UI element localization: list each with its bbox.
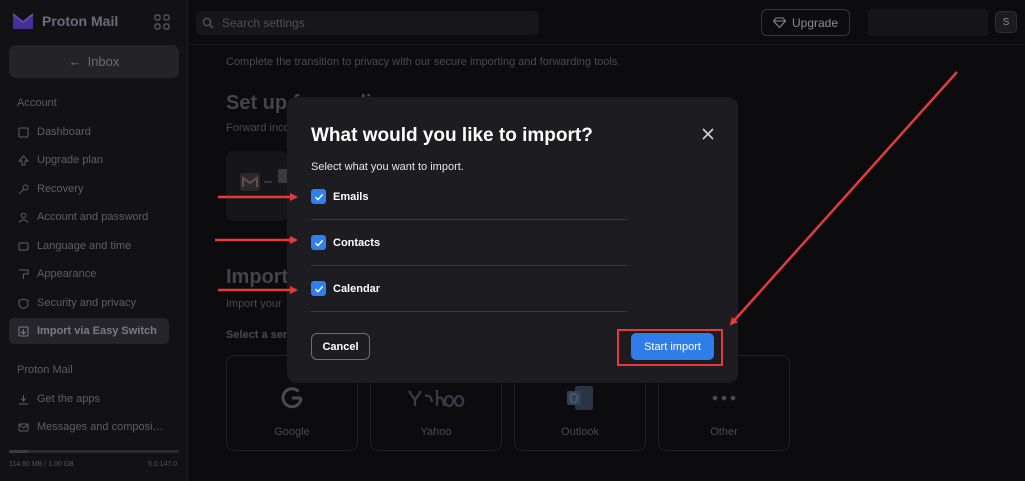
option-emails[interactable]: Emails [311, 174, 627, 220]
search-settings-input[interactable]: Search settings [196, 11, 539, 35]
proton-logo-icon [12, 13, 34, 29]
sidebar-item-label: Upgrade plan [37, 154, 104, 166]
user-icon [18, 212, 29, 223]
language-icon [18, 242, 29, 250]
upgrade-icon [18, 154, 29, 165]
sidebar-item-label: Dashboard [37, 126, 91, 138]
download-icon [19, 394, 28, 404]
dialog-title: What would you like to import? [311, 125, 593, 146]
outlook-logo-icon [565, 384, 595, 412]
sidebar-item-upgrade-plan[interactable]: Upgrade plan [9, 147, 169, 173]
app-version: 5.0.147.0 [148, 461, 178, 468]
page-intro: Complete the transition to privacy with … [226, 56, 621, 68]
yahoo-logo-icon [407, 384, 465, 412]
sidebar-item-get-the-apps[interactable]: Get the apps [9, 386, 169, 412]
user-account-menu[interactable] [868, 9, 988, 36]
envelope-icon [18, 423, 29, 431]
option-label: Emails [333, 190, 369, 203]
check-icon [314, 193, 323, 201]
more-dots-icon [711, 384, 737, 412]
sidebar-item-label: Appearance [37, 268, 97, 280]
option-contacts[interactable]: Contacts [311, 220, 627, 266]
sidebar-item-label: Get the apps [37, 393, 100, 405]
avatar[interactable]: S [995, 11, 1017, 33]
dialog-subtitle: Select what you want to import. [311, 161, 464, 173]
sidebar-item-label: Recovery [37, 183, 84, 195]
paint-icon [19, 269, 29, 279]
import-section-title: Import [226, 266, 289, 288]
sidebar-item-account-and-password[interactable]: Account and password [9, 204, 169, 230]
header-divider [188, 44, 1025, 45]
arrow-left-icon: ← [68, 54, 82, 69]
upgrade-button[interactable]: Upgrade [761, 9, 850, 36]
sidebar-item-appearance[interactable]: Appearance [9, 261, 169, 287]
sidebar-item-language-and-time[interactable]: Language and time [9, 233, 169, 259]
diamond-icon [772, 17, 786, 28]
forwarding-illustration [226, 151, 288, 221]
storage-usage-text: 114.60 MB / 1.00 GB [9, 461, 74, 468]
section-proton-mail: Proton Mail [17, 364, 73, 376]
section-account: Account [17, 97, 57, 109]
sidebar-item-label: Language and time [37, 240, 132, 252]
setup-forwarding-desc: Forward inco [226, 122, 290, 134]
check-icon [314, 285, 323, 293]
option-label: Calendar [333, 282, 381, 295]
inbox-label: Inbox [87, 54, 120, 69]
service-name: Other [710, 426, 738, 438]
service-name: Outlook [561, 426, 599, 438]
service-name: Yahoo [420, 426, 452, 438]
start-import-highlight-box [617, 329, 723, 366]
import-section-desc: Import your [226, 298, 282, 310]
brand[interactable]: Proton Mail [12, 12, 118, 30]
select-service-label: Select a serv [226, 329, 294, 341]
search-icon [202, 17, 214, 29]
storage-usage-fill [9, 450, 28, 453]
option-calendar[interactable]: Calendar [311, 266, 627, 312]
sidebar-item-label: Security and privacy [37, 297, 137, 309]
storage-usage-bar [9, 450, 179, 453]
dashboard-icon [18, 127, 29, 137]
apps-grid-icon[interactable] [154, 14, 170, 30]
close-icon[interactable] [701, 127, 715, 141]
sidebar-item-messages-and-composing[interactable]: Messages and composi… [9, 414, 169, 440]
service-name: Google [274, 426, 310, 438]
arrow-to-start-import [729, 71, 958, 326]
check-icon [314, 239, 323, 247]
sidebar-item-import-via-easy-switch[interactable]: Import via Easy Switch [9, 318, 169, 344]
import-icon [18, 326, 29, 336]
sidebar-item-label: Account and password [37, 211, 149, 223]
sidebar-item-dashboard[interactable]: Dashboard [9, 119, 169, 145]
emails-checkbox[interactable] [311, 189, 326, 204]
option-label: Contacts [333, 236, 381, 249]
brand-name: Proton Mail [42, 13, 119, 29]
sidebar: Proton Mail ← Inbox Account Dashboard Up… [0, 0, 188, 481]
sidebar-item-security-and-privacy[interactable]: Security and privacy [9, 290, 169, 316]
upgrade-label: Upgrade [791, 15, 839, 30]
gmail-logo-icon [240, 169, 288, 191]
shield-icon [18, 297, 29, 309]
search-placeholder: Search settings [222, 16, 305, 30]
back-to-inbox-button[interactable]: ← Inbox [9, 45, 179, 78]
sidebar-item-label: Messages and composi… [37, 421, 164, 433]
google-logo-icon [279, 384, 305, 412]
calendar-checkbox[interactable] [311, 281, 326, 296]
cancel-button[interactable]: Cancel [311, 333, 370, 360]
sidebar-item-recovery[interactable]: Recovery [9, 176, 169, 202]
contacts-checkbox[interactable] [311, 235, 326, 250]
sidebar-item-label: Import via Easy Switch [37, 325, 157, 337]
key-icon [18, 184, 29, 194]
